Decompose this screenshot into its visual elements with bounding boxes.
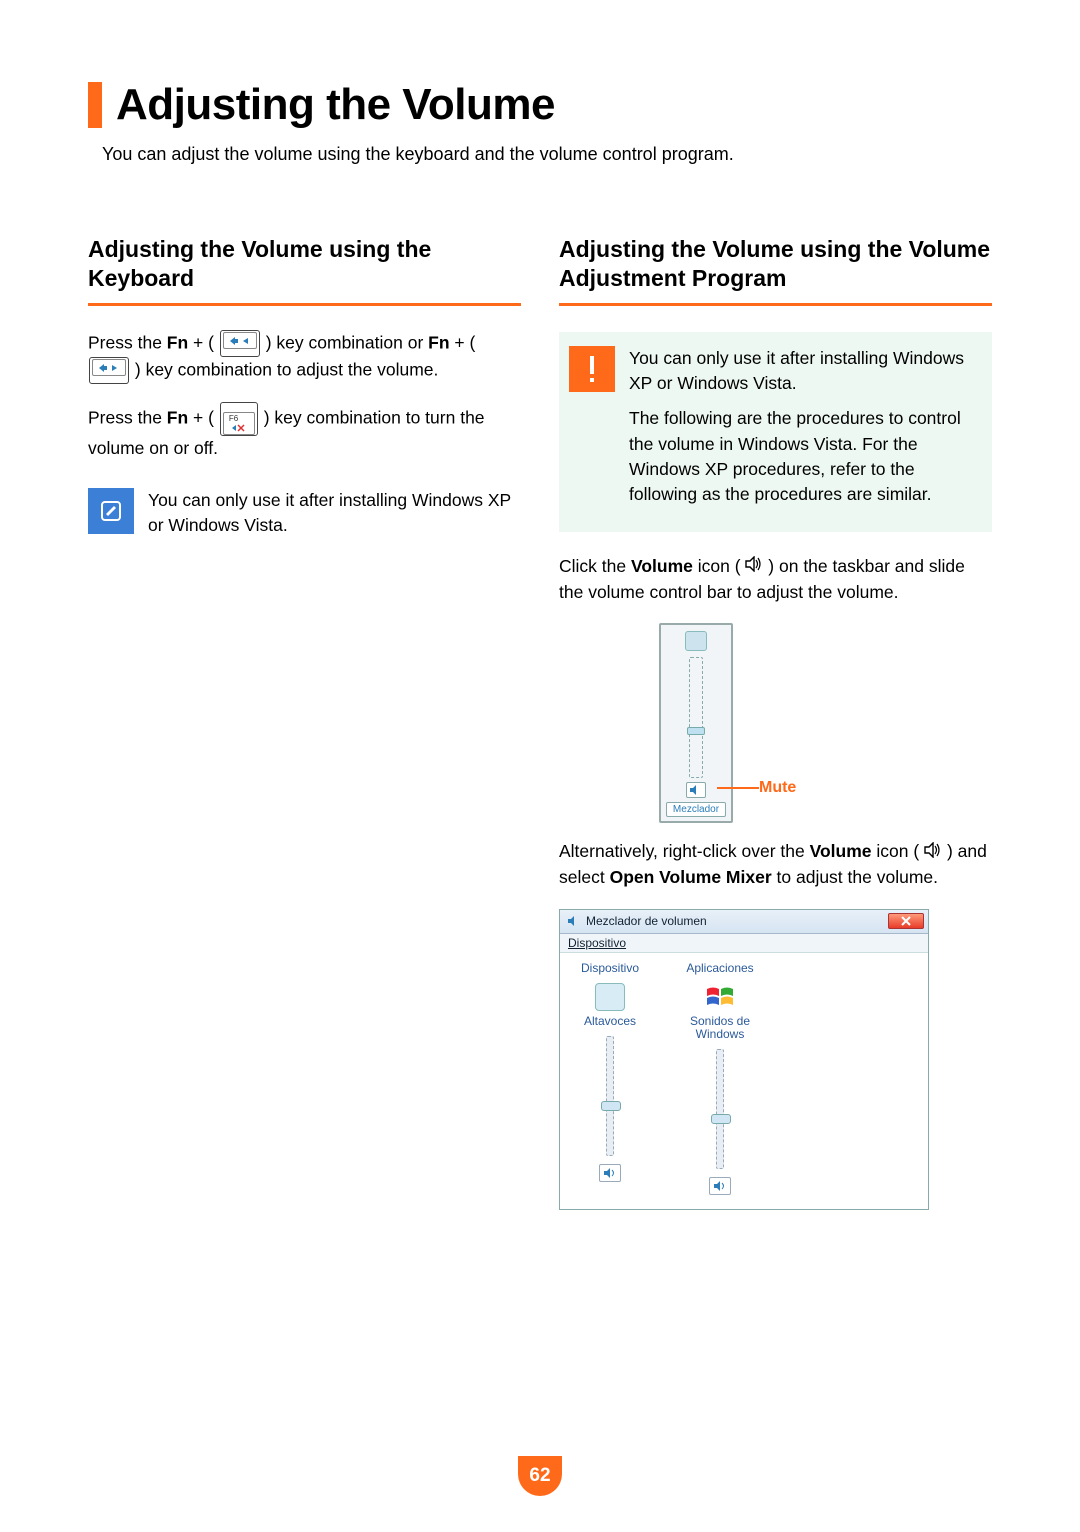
left-para-1: Press the Fn + ( ) key combination or Fn… (88, 330, 521, 385)
pencil-note-icon (88, 488, 134, 534)
warn-line-2: The following are the procedures to cont… (629, 406, 980, 508)
mixer-titlebar: Mezclador de volumen (560, 910, 928, 934)
right-heading: Adjusting the Volume using the Volume Ad… (559, 235, 992, 293)
right-column: Adjusting the Volume using the Volume Ad… (559, 235, 992, 1210)
mixer-slider-track[interactable] (606, 1036, 614, 1156)
text: Click the (559, 556, 631, 576)
volume-word: Volume (631, 556, 693, 576)
mixer-col1-label: Altavoces (584, 1015, 636, 1028)
mixer-mute-button[interactable] (709, 1177, 731, 1195)
blue-note-text: You can only use it after installing Win… (148, 488, 521, 539)
mixer-mute-button[interactable] (599, 1164, 621, 1182)
mixer-body: Dispositivo Altavoces Aplicaciones (560, 953, 928, 1209)
mixer-menu-dispositivo[interactable]: Dispositivo (568, 936, 626, 950)
orange-note-text: You can only use it after installing Win… (629, 346, 980, 518)
accent-bar (88, 82, 102, 128)
orange-warning-box: You can only use it after installing Win… (559, 332, 992, 532)
device-small-icon (685, 631, 707, 651)
click-volume-para: Click the Volume icon ( ) on the taskbar… (559, 554, 992, 605)
mixer-title: Mezclador de volumen (586, 914, 882, 928)
fn-key-text: Fn (167, 408, 188, 428)
mixer-slider-track[interactable] (716, 1049, 724, 1169)
blue-note-box: You can only use it after installing Win… (88, 488, 521, 539)
section-rule (88, 303, 521, 306)
mixer-col2-label: Sonidos de Windows (680, 1015, 760, 1041)
mixer-menubar[interactable]: Dispositivo (560, 934, 928, 953)
open-mixer-text: Open Volume Mixer (610, 867, 772, 887)
text: icon ( (693, 556, 741, 576)
left-heading: Adjusting the Volume using the Keyboard (88, 235, 521, 293)
close-icon[interactable] (888, 913, 924, 929)
mixer-device-column: Dispositivo Altavoces (570, 961, 650, 1195)
callout-line (717, 787, 759, 789)
volume-slider-track[interactable] (689, 657, 703, 778)
speaker-icon (745, 554, 763, 579)
mixer-col1-header: Dispositivo (581, 961, 639, 975)
volume-slider-frame: Mezclador (659, 623, 733, 823)
mute-key-icon: F6 (220, 402, 258, 436)
fn-key-text: Fn (167, 332, 188, 352)
exclamation-icon (569, 346, 615, 392)
text: Press the (88, 332, 167, 352)
mixer-app-icon (566, 914, 580, 928)
volume-word: Volume (810, 841, 872, 861)
page-title: Adjusting the Volume (116, 80, 555, 130)
text: ) key combination or (266, 332, 428, 352)
volume-up-key-icon (89, 357, 129, 384)
text: ) key combination to adjust the volume. (135, 359, 439, 379)
f6-label: F6 (229, 415, 249, 423)
text: + ( (450, 332, 476, 352)
intro-text: You can adjust the volume using the keyb… (102, 144, 992, 165)
volume-slider-figure: Mezclador Mute (659, 623, 733, 823)
volume-down-key-icon (220, 330, 260, 357)
mezclador-link[interactable]: Mezclador (666, 802, 726, 817)
two-column-layout: Adjusting the Volume using the Keyboard … (88, 235, 992, 1210)
page-title-row: Adjusting the Volume (88, 80, 992, 130)
text: Press the (88, 408, 167, 428)
text: to adjust the volume. (772, 867, 938, 887)
speaker-icon (924, 840, 942, 865)
mixer-col2-header: Aplicaciones (686, 961, 753, 975)
text: + ( (188, 408, 214, 428)
mixer-slider-thumb[interactable] (601, 1101, 621, 1111)
speakers-device-icon[interactable] (595, 983, 625, 1011)
warn-line-1: You can only use it after installing Win… (629, 346, 980, 397)
section-rule (559, 303, 992, 306)
alt-para: Alternatively, right-click over the Volu… (559, 839, 992, 890)
text: Alternatively, right-click over the (559, 841, 810, 861)
mixer-slider-thumb[interactable] (711, 1114, 731, 1124)
text: + ( (188, 332, 214, 352)
page-number-badge: 62 (518, 1456, 562, 1496)
volume-slider-thumb[interactable] (687, 727, 705, 735)
fn-key-text: Fn (428, 332, 449, 352)
left-para-2: Press the Fn + ( F6 ) key combination to… (88, 402, 521, 461)
volume-mixer-window: Mezclador de volumen Dispositivo Disposi… (559, 909, 929, 1210)
mixer-app-column: Aplicaciones Sonidos de Windows (680, 961, 760, 1195)
windows-sounds-icon[interactable] (705, 983, 735, 1011)
left-column: Adjusting the Volume using the Keyboard … (88, 235, 521, 1210)
text: icon ( (872, 841, 920, 861)
mute-button[interactable] (686, 782, 706, 798)
mute-callout-label: Mute (759, 779, 796, 797)
